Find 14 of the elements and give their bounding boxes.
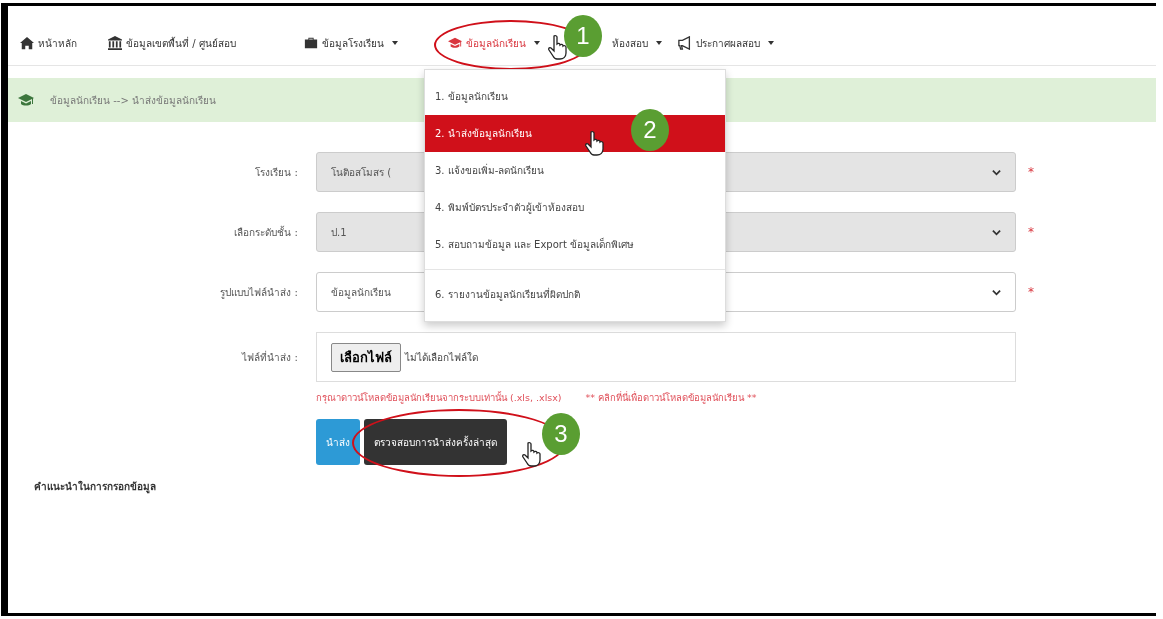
step-badge: 1 — [564, 14, 602, 57]
required-mark: * — [1028, 165, 1034, 179]
field-label: เลือกระดับชั้น : — [233, 224, 299, 240]
help-text: กรุณาดาวน์โหลดข้อมูลนักเรียนจากระบบเท่านั้น (.xls, .xlsx) — [316, 390, 562, 405]
field-label: รูปแบบไฟล์นำส่ง : — [219, 285, 299, 300]
required-mark: * — [1028, 285, 1034, 299]
required-mark: * — [1028, 225, 1034, 239]
file-status: ไม่ได้เลือกไฟล์ใด — [405, 350, 478, 365]
field-label: โรงเรียน : — [254, 165, 299, 180]
step-badge: 3 — [542, 413, 580, 455]
field-label: ไฟล์ที่นำส่ง : — [240, 349, 299, 365]
step-badge: 2 — [631, 108, 669, 151]
section-title: คำแนะนำในการกรอกข้อมูล — [34, 479, 156, 494]
breadcrumb: ข้อมูลนักเรียน --> นำส่งข้อมูลนักเรียน — [50, 93, 216, 108]
